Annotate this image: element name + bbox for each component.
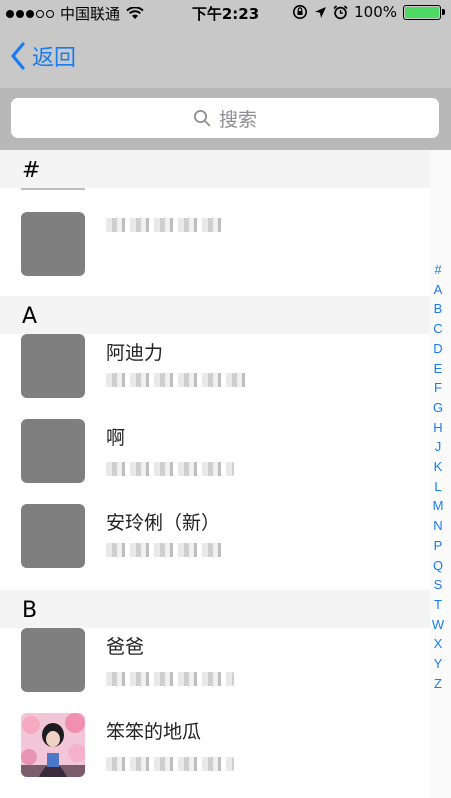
list-item[interactable]: 安玲俐（新） <box>0 504 430 590</box>
list-item[interactable]: 阿迪力 <box>0 334 430 419</box>
avatar <box>21 628 85 692</box>
search-placeholder: 搜索 <box>218 108 257 131</box>
section-header-a: A <box>0 296 430 334</box>
back-button[interactable]: 返回 <box>10 40 76 72</box>
list-item[interactable]: 爸爸 <box>0 628 430 713</box>
contact-name: 笨笨的地瓜 <box>106 721 202 743</box>
section-index[interactable]: # A B C D E F G H J K L M N P Q S T W X Y Z <box>430 260 446 693</box>
index-letter[interactable]: E <box>434 359 443 379</box>
search-icon <box>193 110 211 127</box>
avatar <box>21 212 85 276</box>
search-input[interactable]: 搜索 <box>11 98 439 138</box>
index-letter[interactable]: X <box>434 634 443 654</box>
index-letter[interactable]: W <box>432 615 444 635</box>
status-right: 100% <box>292 3 445 21</box>
location-icon <box>315 6 327 18</box>
redacted-detail <box>106 543 226 557</box>
contact-name: 爸爸 <box>106 636 145 658</box>
avatar <box>21 419 85 483</box>
index-letter[interactable]: Y <box>434 654 443 674</box>
index-letter[interactable]: G <box>433 398 443 418</box>
status-bar: 中国联通 下午2:23 100% <box>0 0 451 26</box>
index-letter[interactable]: K <box>434 457 443 477</box>
index-letter[interactable]: S <box>434 575 443 595</box>
battery-icon <box>403 4 445 20</box>
section-header-b: B <box>0 590 430 628</box>
index-letter[interactable]: P <box>434 536 443 556</box>
chevron-left-icon <box>11 42 25 70</box>
search-bar-container: 搜索 <box>0 88 451 150</box>
index-letter[interactable]: F <box>434 378 442 398</box>
index-letter[interactable]: C <box>433 319 442 339</box>
section-header-hash: # <box>0 150 430 188</box>
redacted-detail <box>106 462 234 476</box>
index-letter[interactable]: A <box>434 280 443 300</box>
index-letter[interactable]: H <box>433 418 442 438</box>
rotation-lock-icon <box>293 5 308 19</box>
avatar-photo <box>21 713 85 777</box>
list-item-top-fragment <box>21 188 85 190</box>
index-letter[interactable]: T <box>434 595 442 615</box>
redacted-detail <box>106 373 250 387</box>
index-letter[interactable]: J <box>435 437 442 457</box>
index-letter[interactable]: # <box>434 260 441 280</box>
index-letter[interactable]: Z <box>434 674 442 694</box>
avatar <box>21 334 85 398</box>
avatar <box>21 504 85 568</box>
index-letter[interactable]: Q <box>433 556 443 576</box>
contact-name: 啊 <box>106 427 126 449</box>
index-letter[interactable]: L <box>434 477 441 497</box>
navigation-bar: 返回 <box>0 26 451 88</box>
list-item[interactable]: 笨笨的地瓜 <box>0 713 430 798</box>
index-letter[interactable]: B <box>434 299 443 319</box>
avatar-photo-image <box>21 713 85 777</box>
index-letter[interactable]: M <box>433 496 444 516</box>
battery-percent: 100% <box>354 3 397 21</box>
redacted-name <box>106 218 226 232</box>
redacted-detail <box>106 757 234 771</box>
index-letter[interactable]: N <box>433 516 442 536</box>
alarm-icon <box>333 4 348 19</box>
redacted-detail <box>106 672 234 686</box>
contact-list[interactable]: # A 阿迪力 啊 安玲俐（新） B 爸爸 笨笨的地瓜 <box>0 150 430 798</box>
contact-name: 安玲俐（新） <box>106 512 221 534</box>
list-item[interactable] <box>0 188 430 296</box>
index-letter[interactable]: D <box>433 339 442 359</box>
contact-name: 阿迪力 <box>106 342 164 364</box>
back-label: 返回 <box>32 46 77 71</box>
list-item[interactable]: 啊 <box>0 419 430 504</box>
